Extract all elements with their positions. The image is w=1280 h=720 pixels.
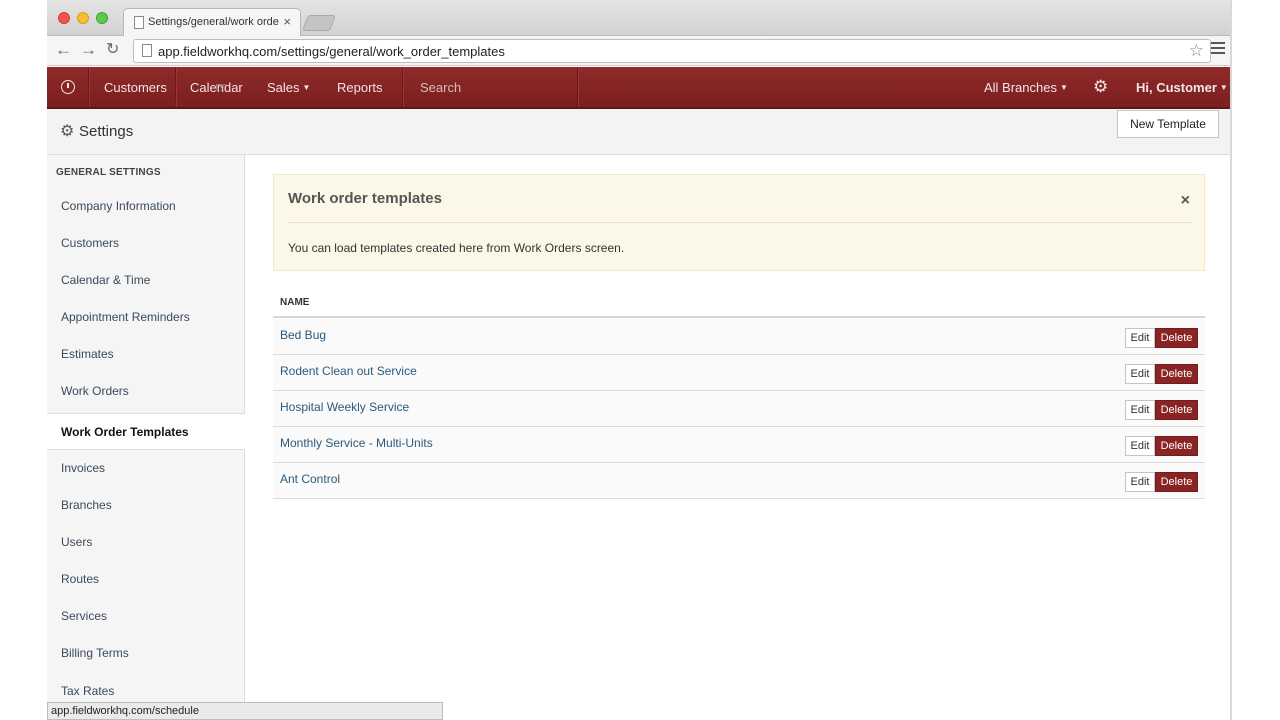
alert-message: You can load templates created here from… [288,241,625,255]
sidebar-item-services[interactable]: Services [47,598,245,635]
screen-right-margin [1230,0,1280,720]
nav-divider [402,67,403,107]
caret-down-icon: ▼ [1059,83,1068,92]
delete-button[interactable]: Delete [1155,436,1198,456]
new-tab-button[interactable] [302,15,336,31]
screen-left-margin [0,0,47,720]
address-bar[interactable]: app.fieldworkhq.com/settings/general/wor… [133,39,1211,63]
page-title: Settings [79,123,134,140]
gear-icon[interactable]: ⚙ [1093,77,1108,97]
app-navbar: Customers Calendar Sales▼ Reports All Br… [47,67,1230,109]
browser-toolbar: ← → ↻ app.fieldworkhq.com/settings/gener… [47,36,1230,66]
caret-down-icon: ▼ [1219,83,1228,92]
nav-sales-label: Sales [267,80,300,95]
sidebar-item-company-information[interactable]: Company Information [47,188,245,225]
zoom-window-button[interactable] [96,12,108,24]
new-template-button[interactable]: New Template [1117,110,1219,138]
sidebar-item-billing-terms[interactable]: Billing Terms [47,635,245,672]
edit-button[interactable]: Edit [1125,400,1155,420]
search-input[interactable] [407,73,577,101]
user-menu[interactable]: Hi, Customer ▼ [1136,80,1228,95]
template-name-link[interactable]: Bed Bug [280,328,326,342]
tab-strip: Settings/general/work orde × [47,0,1230,36]
sidebar-item-work-order-templates[interactable]: Work Order Templates [47,413,245,450]
delete-button[interactable]: Delete [1155,364,1198,384]
sidebar-item-invoices[interactable]: Invoices [47,450,245,487]
close-icon[interactable]: × [1181,192,1190,210]
gear-icon: ⚙ [60,123,75,140]
alert-title: Work order templates [288,190,442,207]
template-name-link[interactable]: Rodent Clean out Service [280,364,417,378]
nav-divider [577,67,578,107]
close-window-button[interactable] [58,12,70,24]
nav-divider [175,67,176,107]
bookmark-star-icon[interactable]: ☆ [1189,41,1204,61]
browser-menu-icon[interactable] [1211,42,1225,57]
template-name-link[interactable]: Hospital Weekly Service [280,400,409,414]
settings-header: ⚙ Settings New Template [47,109,1230,155]
table-row: Monthly Service - Multi-Units Edit Delet… [273,427,1205,463]
back-arrow-icon[interactable]: ← [55,41,72,59]
edit-button[interactable]: Edit [1125,436,1155,456]
edit-button[interactable]: Edit [1125,472,1155,492]
status-bar: app.fieldworkhq.com/schedule [47,702,443,720]
greeting-label: Hi, Customer [1136,80,1217,95]
edit-button[interactable]: Edit [1125,328,1155,348]
page-icon [134,16,144,29]
table-row: Ant Control Edit Delete [273,463,1205,499]
minimize-window-button[interactable] [77,12,89,24]
address-url[interactable]: app.fieldworkhq.com/settings/general/wor… [158,44,505,59]
reload-icon[interactable]: ↻ [106,41,119,59]
nav-customers[interactable]: Customers [104,80,167,95]
caret-down-icon: ▼ [302,83,311,92]
branches-label: All Branches [984,80,1057,95]
page-icon [142,44,152,57]
table-row: Rodent Clean out Service Edit Delete [273,355,1205,391]
sidebar-item-routes[interactable]: Routes [47,561,245,598]
mouse-pointer-icon: ☞ [215,79,228,95]
browser-tab[interactable]: Settings/general/work orde × [123,8,301,36]
column-header-name: NAME [280,297,310,308]
table-row: Bed Bug Edit Delete [273,319,1205,355]
tab-title: Settings/general/work orde [148,16,279,28]
sidebar-item-estimates[interactable]: Estimates [47,336,245,373]
settings-sidebar: GENERAL SETTINGS Company Information Cus… [47,155,245,720]
sidebar-item-users[interactable]: Users [47,524,245,561]
sidebar-heading: GENERAL SETTINGS [56,167,161,178]
sidebar-item-customers[interactable]: Customers [47,225,245,262]
clock-icon[interactable] [61,80,75,94]
all-branches-dropdown[interactable]: All Branches ▼ [984,80,1068,95]
template-name-link[interactable]: Ant Control [280,472,340,486]
sidebar-item-calendar-time[interactable]: Calendar & Time [47,262,245,299]
tab-close-icon[interactable]: × [283,14,291,29]
sidebar-item-branches[interactable]: Branches [47,487,245,524]
template-name-link[interactable]: Monthly Service - Multi-Units [280,436,433,450]
delete-button[interactable]: Delete [1155,328,1198,348]
search-field[interactable] [407,73,577,101]
nav-divider [88,67,89,107]
forward-arrow-icon[interactable]: → [80,41,97,59]
table-header: NAME [273,296,1205,318]
sidebar-item-work-orders[interactable]: Work Orders [47,373,245,410]
table-row: Hospital Weekly Service Edit Delete [273,391,1205,427]
info-alert: Work order templates × You can load temp… [273,174,1205,271]
delete-button[interactable]: Delete [1155,400,1198,420]
delete-button[interactable]: Delete [1155,472,1198,492]
browser-window: Settings/general/work orde × ← → ↻ app.f… [47,0,1230,720]
sidebar-item-appointment-reminders[interactable]: Appointment Reminders [47,299,245,336]
nav-sales[interactable]: Sales ▼ [267,80,310,95]
nav-reports[interactable]: Reports [337,80,383,95]
alert-divider [288,222,1192,223]
edit-button[interactable]: Edit [1125,364,1155,384]
